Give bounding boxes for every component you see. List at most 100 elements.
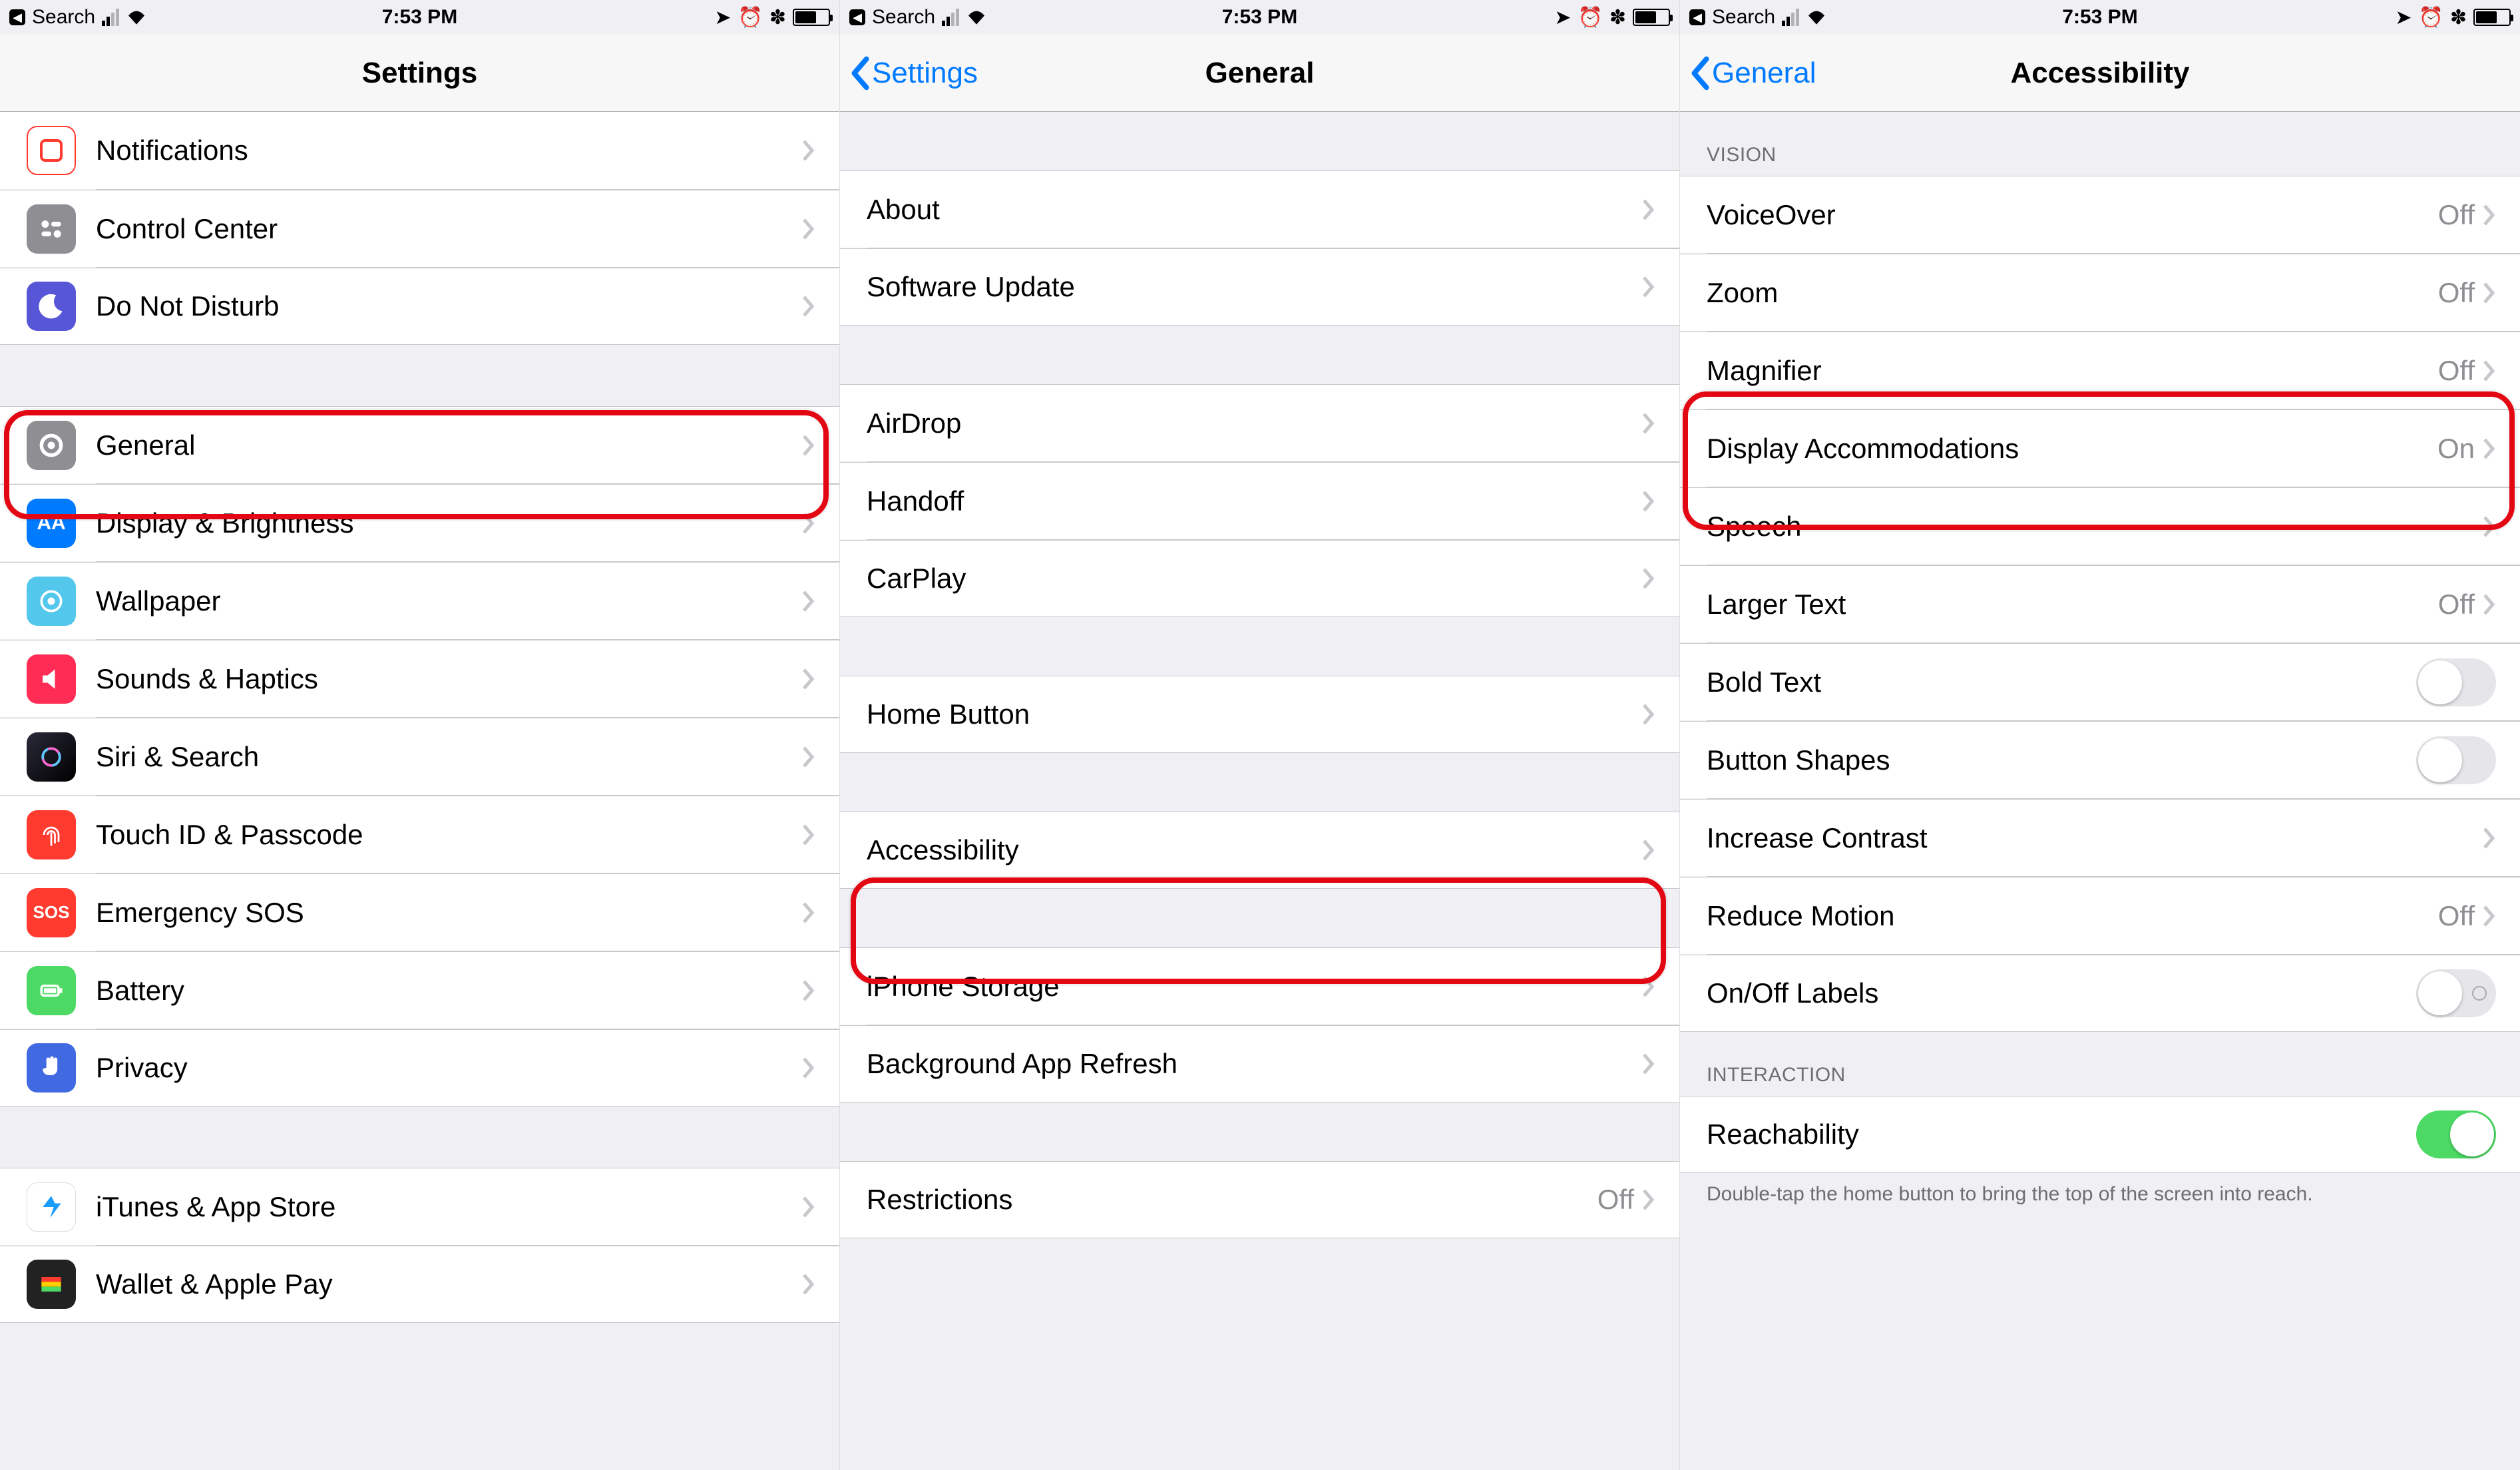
- alarm-icon: ⏰: [2419, 6, 2443, 29]
- status-time: 7:53 PM: [2062, 6, 2137, 29]
- row-itunes[interactable]: iTunes & App Store: [0, 1168, 839, 1245]
- row-iphone-storage[interactable]: iPhone Storage: [840, 947, 1679, 1025]
- chevron-right-icon: [802, 218, 815, 240]
- back-to-app-icon[interactable]: ◀: [849, 9, 865, 25]
- wifi-icon: [1806, 9, 1827, 25]
- row-display[interactable]: AA Display & Brightness: [0, 484, 839, 561]
- location-icon: ➤: [1554, 6, 1571, 29]
- chevron-right-icon: [802, 139, 815, 162]
- toggle-button-shapes[interactable]: [2416, 736, 2496, 784]
- bluetooth-icon: ✽: [769, 6, 786, 29]
- chevron-right-icon: [2483, 204, 2496, 226]
- page-title: Accessibility: [2010, 57, 2189, 90]
- chevron-left-icon: [1688, 56, 1711, 91]
- row-speech[interactable]: Speech: [1680, 487, 2520, 565]
- chevron-right-icon: [2483, 827, 2496, 850]
- row-airdrop[interactable]: AirDrop: [840, 384, 1679, 461]
- row-battery[interactable]: Battery: [0, 951, 839, 1029]
- row-carplay[interactable]: CarPlay: [840, 540, 1679, 617]
- chevron-right-icon: [802, 1273, 815, 1296]
- row-button-shapes[interactable]: Button Shapes: [1680, 721, 2520, 798]
- row-siri[interactable]: Siri & Search: [0, 718, 839, 795]
- nav-back-label: Settings: [872, 57, 978, 90]
- chevron-left-icon: [848, 56, 871, 91]
- alarm-icon: ⏰: [1578, 6, 1603, 29]
- status-bar: ◀ Search 7:53 PM ➤ ⏰ ✽: [0, 0, 839, 35]
- row-reduce-motion[interactable]: Reduce Motion Off: [1680, 877, 2520, 954]
- nav-back-button[interactable]: General: [1688, 56, 1816, 91]
- chevron-right-icon: [802, 295, 815, 318]
- control-center-icon: [27, 204, 76, 254]
- chevron-right-icon: [802, 668, 815, 690]
- row-handoff[interactable]: Handoff: [840, 462, 1679, 539]
- chevron-right-icon: [1642, 412, 1655, 435]
- row-zoom[interactable]: Zoom Off: [1680, 254, 2520, 331]
- bluetooth-icon: ✽: [1609, 6, 1626, 29]
- row-sos[interactable]: SOS Emergency SOS: [0, 873, 839, 951]
- display-icon: AA: [27, 499, 76, 548]
- back-to-app-label[interactable]: Search: [872, 6, 935, 29]
- row-wallet[interactable]: Wallet & Apple Pay: [0, 1246, 839, 1323]
- location-icon: ➤: [714, 6, 731, 29]
- page-title: General: [1205, 57, 1315, 90]
- toggle-reachability[interactable]: [2416, 1110, 2496, 1158]
- section-header-interaction: INTERACTION: [1680, 1032, 2520, 1096]
- row-wallpaper[interactable]: Wallpaper: [0, 562, 839, 639]
- navbar: General Accessibility: [1680, 35, 2520, 112]
- chevron-right-icon: [1642, 703, 1655, 726]
- screen-general: ◀ Search 7:53 PM ➤ ⏰ ✽ Settings General …: [840, 0, 1680, 1470]
- chevron-right-icon: [1642, 567, 1655, 590]
- row-sounds[interactable]: Sounds & Haptics: [0, 640, 839, 717]
- row-notifications[interactable]: Notifications: [0, 112, 839, 189]
- battery-row-icon: [27, 966, 76, 1015]
- nav-back-label: General: [1712, 57, 1816, 90]
- row-privacy[interactable]: Privacy: [0, 1029, 839, 1106]
- row-bold-text[interactable]: Bold Text: [1680, 643, 2520, 720]
- row-display-accommodations[interactable]: Display Accommodations On: [1680, 409, 2520, 487]
- fingerprint-icon: [27, 810, 76, 859]
- hand-icon: [27, 1043, 76, 1093]
- row-increase-contrast[interactable]: Increase Contrast: [1680, 799, 2520, 876]
- row-voiceover[interactable]: VoiceOver Off: [1680, 176, 2520, 253]
- status-time: 7:53 PM: [1222, 6, 1297, 29]
- status-bar: ◀ Search 7:53 PM ➤ ⏰ ✽: [1680, 0, 2520, 35]
- back-to-app-label[interactable]: Search: [1712, 6, 1775, 29]
- back-to-app-icon[interactable]: ◀: [9, 9, 25, 25]
- chevron-right-icon: [802, 434, 815, 457]
- back-to-app-label[interactable]: Search: [32, 6, 95, 29]
- row-magnifier[interactable]: Magnifier Off: [1680, 332, 2520, 409]
- toggle-onoff-labels[interactable]: [2416, 969, 2496, 1017]
- toggle-bold-text[interactable]: [2416, 658, 2496, 706]
- chevron-right-icon: [802, 979, 815, 1002]
- chevron-right-icon: [2483, 282, 2496, 304]
- nav-back-button[interactable]: Settings: [848, 56, 978, 91]
- chevron-right-icon: [1642, 1188, 1655, 1211]
- row-accessibility[interactable]: Accessibility: [840, 812, 1679, 889]
- battery-icon: [1633, 9, 1670, 26]
- status-bar: ◀ Search 7:53 PM ➤ ⏰ ✽: [840, 0, 1679, 35]
- row-bg-refresh[interactable]: Background App Refresh: [840, 1025, 1679, 1102]
- row-software-update[interactable]: Software Update: [840, 248, 1679, 326]
- row-home-button[interactable]: Home Button: [840, 676, 1679, 753]
- row-about[interactable]: About: [840, 170, 1679, 248]
- notifications-icon: [27, 126, 76, 175]
- appstore-icon: [27, 1182, 76, 1232]
- row-larger-text[interactable]: Larger Text Off: [1680, 565, 2520, 642]
- row-reachability[interactable]: Reachability: [1680, 1096, 2520, 1173]
- cell-signal-icon: [942, 9, 959, 26]
- row-touchid[interactable]: Touch ID & Passcode: [0, 796, 839, 873]
- row-onoff-labels[interactable]: On/Off Labels: [1680, 955, 2520, 1032]
- row-control-center[interactable]: Control Center: [0, 190, 839, 267]
- wifi-icon: [966, 9, 987, 25]
- chevron-right-icon: [1642, 839, 1655, 861]
- row-general[interactable]: General: [0, 406, 839, 483]
- wallpaper-icon: [27, 577, 76, 626]
- chevron-right-icon: [802, 1057, 815, 1079]
- siri-icon: [27, 732, 76, 782]
- chevron-right-icon: [1642, 1053, 1655, 1075]
- back-to-app-icon[interactable]: ◀: [1689, 9, 1705, 25]
- row-restrictions[interactable]: Restrictions Off: [840, 1161, 1679, 1238]
- sos-icon: SOS: [27, 888, 76, 937]
- moon-icon: [27, 282, 76, 331]
- row-dnd[interactable]: Do Not Disturb: [0, 268, 839, 345]
